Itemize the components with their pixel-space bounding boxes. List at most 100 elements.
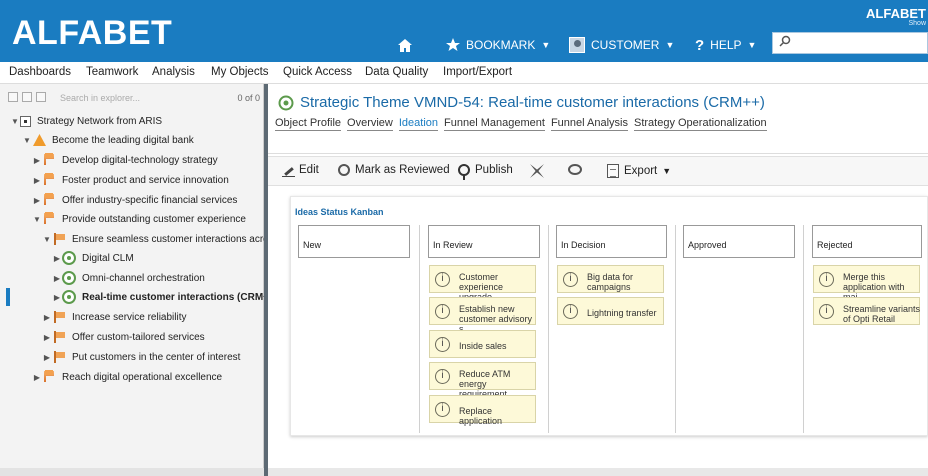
expand-all-icon[interactable] <box>22 92 32 102</box>
idea-card[interactable]: i Merge this application with mai <box>813 265 920 302</box>
collapsed-arrow-icon[interactable]: ▶ <box>42 353 52 362</box>
tab-funnel-analysis[interactable]: Funnel Analysis <box>550 117 628 131</box>
tab-strategy-operationalization[interactable]: Strategy Operationalization <box>633 117 767 131</box>
tree-node[interactable]: ▶ Reach digital operational excellence <box>32 368 222 386</box>
export-label: Export <box>624 165 658 177</box>
collapsed-arrow-icon[interactable]: ▶ <box>52 254 62 263</box>
tree-node-label: Provide outstanding customer experience <box>62 213 246 225</box>
menu-import-export[interactable]: Import/Export <box>443 66 512 78</box>
info-icon[interactable]: i <box>819 304 834 319</box>
target-icon <box>62 290 76 304</box>
global-search-input[interactable] <box>772 32 928 54</box>
column-label: In Decision <box>561 240 606 250</box>
tree-view-icon[interactable] <box>36 92 46 102</box>
tree-node[interactable]: ▼ Become the leading digital bank <box>22 131 194 149</box>
tree-node-label: Put customers in the center of interest <box>72 351 241 363</box>
info-icon[interactable]: i <box>819 272 834 287</box>
bookmark-menu[interactable]: BOOKMARK ▼ <box>446 36 550 54</box>
menu-teamwork[interactable]: Teamwork <box>86 66 138 78</box>
expanded-arrow-icon[interactable]: ▼ <box>10 117 20 126</box>
goal-icon <box>42 153 56 167</box>
home-button[interactable] <box>398 36 412 54</box>
comment-button[interactable] <box>568 164 582 175</box>
idea-card[interactable]: i Replace application <box>429 395 536 426</box>
page-title: Strategic Theme VMND-54: Real-time custo… <box>300 94 765 111</box>
publish-button[interactable]: Publish <box>458 164 513 180</box>
edit-label: Edit <box>299 164 319 176</box>
explorer-search-input[interactable]: Search in explorer... <box>60 93 140 103</box>
info-icon[interactable]: i <box>435 337 450 352</box>
expanded-arrow-icon[interactable]: ▼ <box>42 235 52 244</box>
expanded-arrow-icon[interactable]: ▼ <box>22 136 32 145</box>
tree-node[interactable]: ▶ Offer custom-tailored services <box>42 328 205 346</box>
tree-node[interactable]: ▶ Put customers in the center of interes… <box>42 348 240 366</box>
tree-node-selected[interactable]: ▶ Real-time customer interactions (CRM++… <box>52 288 278 306</box>
info-icon[interactable]: i <box>435 272 450 287</box>
tree-node[interactable]: ▶ Digital CLM <box>52 249 134 267</box>
collapsed-arrow-icon[interactable]: ▶ <box>42 333 52 342</box>
content-horizontal-scrollbar[interactable] <box>268 468 928 476</box>
tree-node[interactable]: ▶ Offer industry-specific financial serv… <box>32 191 237 209</box>
collapse-all-icon[interactable] <box>8 92 18 102</box>
menu-my-objects[interactable]: My Objects <box>211 66 269 78</box>
explorer-horizontal-scrollbar[interactable] <box>0 468 264 476</box>
menu-dashboards[interactable]: Dashboards <box>9 66 71 78</box>
tree-node[interactable]: ▼ Ensure seamless customer interactions … <box>42 230 279 248</box>
tree-node[interactable]: ▶ Omni-channel orchestration <box>52 269 205 287</box>
tab-funnel-management[interactable]: Funnel Management <box>444 117 545 131</box>
collapsed-arrow-icon[interactable]: ▶ <box>52 293 62 302</box>
tab-overview[interactable]: Overview <box>347 117 393 131</box>
collapsed-arrow-icon[interactable]: ▶ <box>32 373 42 382</box>
info-icon[interactable]: i <box>563 272 578 287</box>
info-icon[interactable]: i <box>435 304 450 319</box>
tree-node[interactable]: ▼ Provide outstanding customer experienc… <box>32 210 246 228</box>
idea-card[interactable]: i Inside sales <box>429 330 536 358</box>
export-button[interactable]: Export ▼ <box>607 164 671 178</box>
info-icon[interactable]: i <box>435 402 450 417</box>
tree-node-label: Offer custom-tailored services <box>72 331 205 343</box>
flag-icon <box>52 232 66 246</box>
menu-quick-access[interactable]: Quick Access <box>283 66 352 78</box>
action-toolbar: Edit Mark as Reviewed Publish Export ▼ <box>268 156 928 186</box>
idea-card[interactable]: i Lightning transfer <box>557 297 664 325</box>
star-icon <box>446 38 460 51</box>
user-menu[interactable]: CUSTOMER ▼ <box>569 36 674 54</box>
target-icon <box>62 251 76 265</box>
root-icon <box>20 115 31 127</box>
mark-reviewed-label: Mark as Reviewed <box>355 164 450 176</box>
collapsed-arrow-icon[interactable]: ▶ <box>32 176 42 185</box>
expanded-arrow-icon[interactable]: ▼ <box>32 215 42 224</box>
idea-card-title: Inside sales <box>459 341 507 351</box>
object-tabs: Object Profile Overview Ideation Funnel … <box>275 117 767 131</box>
idea-card[interactable]: i Establish new customer advisory s <box>429 297 536 334</box>
collapsed-arrow-icon[interactable]: ▶ <box>32 156 42 165</box>
collapsed-arrow-icon[interactable]: ▶ <box>32 196 42 205</box>
column-label: New <box>303 240 322 250</box>
tree-node[interactable]: ▶ Develop digital-technology strategy <box>32 151 218 169</box>
help-icon: ? <box>695 36 705 54</box>
target-icon <box>62 271 76 285</box>
explorer-result-count: 0 of 0 <box>237 93 260 103</box>
menu-data-quality[interactable]: Data Quality <box>365 66 428 78</box>
column-label: In Review <box>433 240 473 250</box>
collapsed-arrow-icon[interactable]: ▶ <box>52 274 62 283</box>
info-icon[interactable]: i <box>563 304 578 319</box>
tab-ideation[interactable]: Ideation <box>398 117 439 131</box>
tree-node[interactable]: ▶ Increase service reliability <box>42 308 187 326</box>
menu-analysis[interactable]: Analysis <box>152 66 195 78</box>
close-view-button[interactable] <box>530 164 544 178</box>
edit-button[interactable]: Edit <box>282 164 319 177</box>
info-icon[interactable]: i <box>435 369 450 384</box>
idea-card[interactable]: i Big data for campaigns <box>557 265 664 293</box>
app-logo[interactable]: ALFABET <box>12 14 172 53</box>
idea-card[interactable]: i Customer experience upgrade <box>429 265 536 302</box>
tree-node[interactable]: ▼ Strategy Network from ARIS <box>10 112 162 130</box>
idea-card[interactable]: i Reduce ATM energy requirement <box>429 362 536 399</box>
idea-card[interactable]: i Streamline variants of Opti Retail <box>813 297 920 325</box>
tree-node[interactable]: ▶ Foster product and service innovation <box>32 171 229 189</box>
idea-card-title: Streamline variants of Opti Retail <box>843 304 921 324</box>
collapsed-arrow-icon[interactable]: ▶ <box>42 313 52 322</box>
mark-reviewed-button[interactable]: Mark as Reviewed <box>338 164 450 176</box>
help-menu[interactable]: ? HELP ▼ <box>695 36 756 54</box>
tab-object-profile[interactable]: Object Profile <box>275 117 342 131</box>
